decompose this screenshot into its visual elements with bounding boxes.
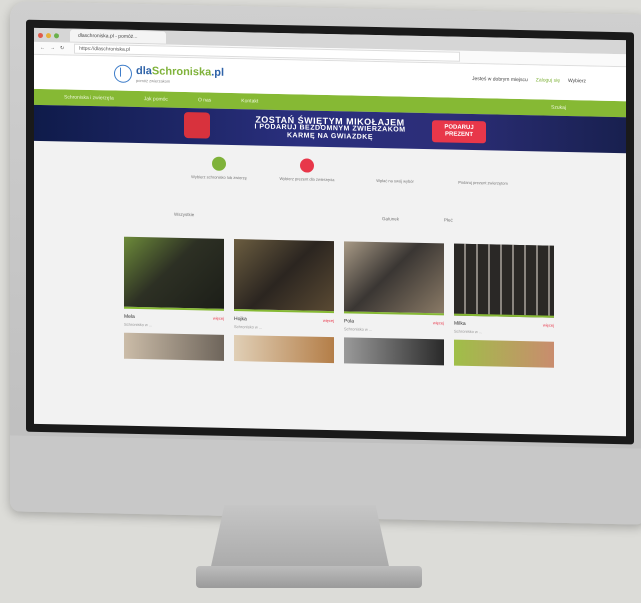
filter-species[interactable]: Gatunek: [382, 216, 399, 221]
animal-name: Hojka: [234, 316, 247, 323]
screen: dlaschroniska.pl - pomóż... ← → ↻ https:…: [34, 27, 626, 437]
steps: Wybierz schronisko lub zwierzę Wybierz p…: [184, 156, 518, 186]
animal-card[interactable]: Hojka więcej Schronisko w ...: [234, 239, 334, 331]
step-2: Wybierz prezent dla zwierzęcia: [272, 158, 342, 182]
animal-shelter: Schronisko w ...: [234, 324, 263, 330]
step-3-label: Wpłać na swój wybór: [376, 178, 414, 184]
monitor-bezel: dlaschroniska.pl - pomóż... ← → ↻ https:…: [26, 19, 634, 445]
monitor-base: [196, 566, 422, 588]
animal-more-link[interactable]: więcej: [433, 320, 444, 326]
reload-icon[interactable]: ↻: [60, 45, 64, 51]
animal-card[interactable]: Mela więcej Schronisko w ...: [124, 236, 224, 329]
back-icon[interactable]: ←: [40, 45, 45, 51]
animal-shelter: Schronisko w ...: [344, 326, 373, 332]
tab-title: dlaschroniska.pl - pomóż...: [78, 32, 138, 41]
animal-photo[interactable]: [454, 339, 554, 368]
step-4-label: Podaruj prezent zwierzętom: [458, 179, 508, 186]
url-text: https://dlaschroniska.pl: [79, 45, 131, 53]
animal-photo[interactable]: [344, 241, 444, 316]
nav-item-shelters[interactable]: Schroniska i zwierzęta: [64, 94, 114, 101]
logo-tagline: pomóż zwierzakom: [136, 77, 171, 84]
logo-suffix: .pl: [211, 66, 225, 79]
logo-accent: Schroniska: [151, 65, 212, 79]
site-logo[interactable]: dlaSchroniska.pl pomóż zwierzakom: [114, 64, 225, 85]
gift-cta-button[interactable]: PODARUJ PREZENT: [432, 120, 486, 144]
animal-card[interactable]: [124, 332, 224, 361]
animal-card[interactable]: [344, 337, 444, 366]
logo-icon: [114, 64, 132, 83]
animal-card[interactable]: Pola więcej Schronisko w ...: [344, 241, 444, 333]
animal-photo[interactable]: [454, 243, 554, 318]
step-4-icon: [476, 162, 490, 177]
animal-photo[interactable]: [234, 335, 334, 364]
step-1-icon: [212, 156, 226, 171]
nav-search[interactable]: Szukaj: [551, 105, 566, 111]
header-link-info[interactable]: Jesteś w dobrym miejscu: [472, 76, 528, 83]
animal-photo[interactable]: [124, 332, 224, 361]
nav-item-contact[interactable]: Kontakt: [241, 98, 258, 104]
step-2-icon: [300, 158, 314, 173]
animal-more-link[interactable]: więcej: [323, 318, 334, 324]
close-window-icon[interactable]: [38, 32, 43, 38]
step-1: Wybierz schronisko lub zwierzę: [184, 156, 254, 180]
minimize-window-icon[interactable]: [46, 32, 51, 38]
step-3-icon: [388, 160, 402, 175]
filter-sex[interactable]: Płeć: [444, 217, 453, 222]
filter-all[interactable]: Wszystkie: [174, 212, 194, 217]
animal-more-link[interactable]: więcej: [213, 316, 224, 322]
cta-line-2: PREZENT: [444, 131, 473, 139]
animal-name: Milka: [454, 320, 466, 327]
step-3: Wpłać na swój wybór: [360, 160, 430, 184]
nav-item-about[interactable]: O nas: [198, 97, 211, 103]
banner-text: ZOSTAŃ ŚWIĘTYM MIKOŁAJEM I PODARUJ BEZDO…: [254, 114, 405, 142]
step-2-label: Wybierz prezent dla zwierzęcia: [279, 175, 335, 183]
header-link-login[interactable]: Zaloguj się: [536, 77, 560, 84]
animal-shelter: Schronisko w ...: [124, 321, 153, 328]
animal-card[interactable]: [454, 339, 554, 368]
step-4: Podaruj prezent zwierzętom: [448, 162, 518, 186]
maximize-window-icon[interactable]: [54, 32, 59, 38]
animal-name: Mela: [124, 313, 135, 320]
animal-shelter: Schronisko w ...: [454, 328, 483, 335]
animal-card[interactable]: [234, 335, 334, 364]
animal-photo[interactable]: [124, 236, 224, 311]
animal-photo[interactable]: [234, 239, 334, 314]
logo-prefix: dla: [136, 64, 152, 78]
animal-photo[interactable]: [344, 337, 444, 366]
header-links: Jesteś w dobrym miejscu Zaloguj się Wybi…: [472, 76, 586, 84]
main-content: Wybierz schronisko lub zwierzę Wybierz p…: [34, 141, 626, 403]
step-1-label: Wybierz schronisko lub zwierzę: [191, 174, 247, 181]
filters: Wszystkie Gatunek Płeć: [34, 209, 626, 223]
animal-name: Pola: [344, 318, 355, 325]
animal-card[interactable]: Milka więcej Schronisko w ...: [454, 243, 554, 336]
header-link-choose[interactable]: Wybierz: [568, 78, 586, 84]
monitor: dlaschroniska.pl - pomóż... ← → ↻ https:…: [10, 1, 641, 525]
animal-more-link[interactable]: więcej: [543, 323, 554, 329]
nav-item-help[interactable]: Jak pomóc: [144, 96, 168, 103]
animal-grid: Mela więcej Schronisko w ... Hojka więcej …: [124, 236, 554, 368]
monitor-stand: [210, 505, 390, 571]
forward-icon[interactable]: →: [50, 45, 55, 51]
browser-tab[interactable]: dlaschroniska.pl - pomóż...: [70, 29, 166, 44]
gift-icon: [184, 111, 210, 139]
